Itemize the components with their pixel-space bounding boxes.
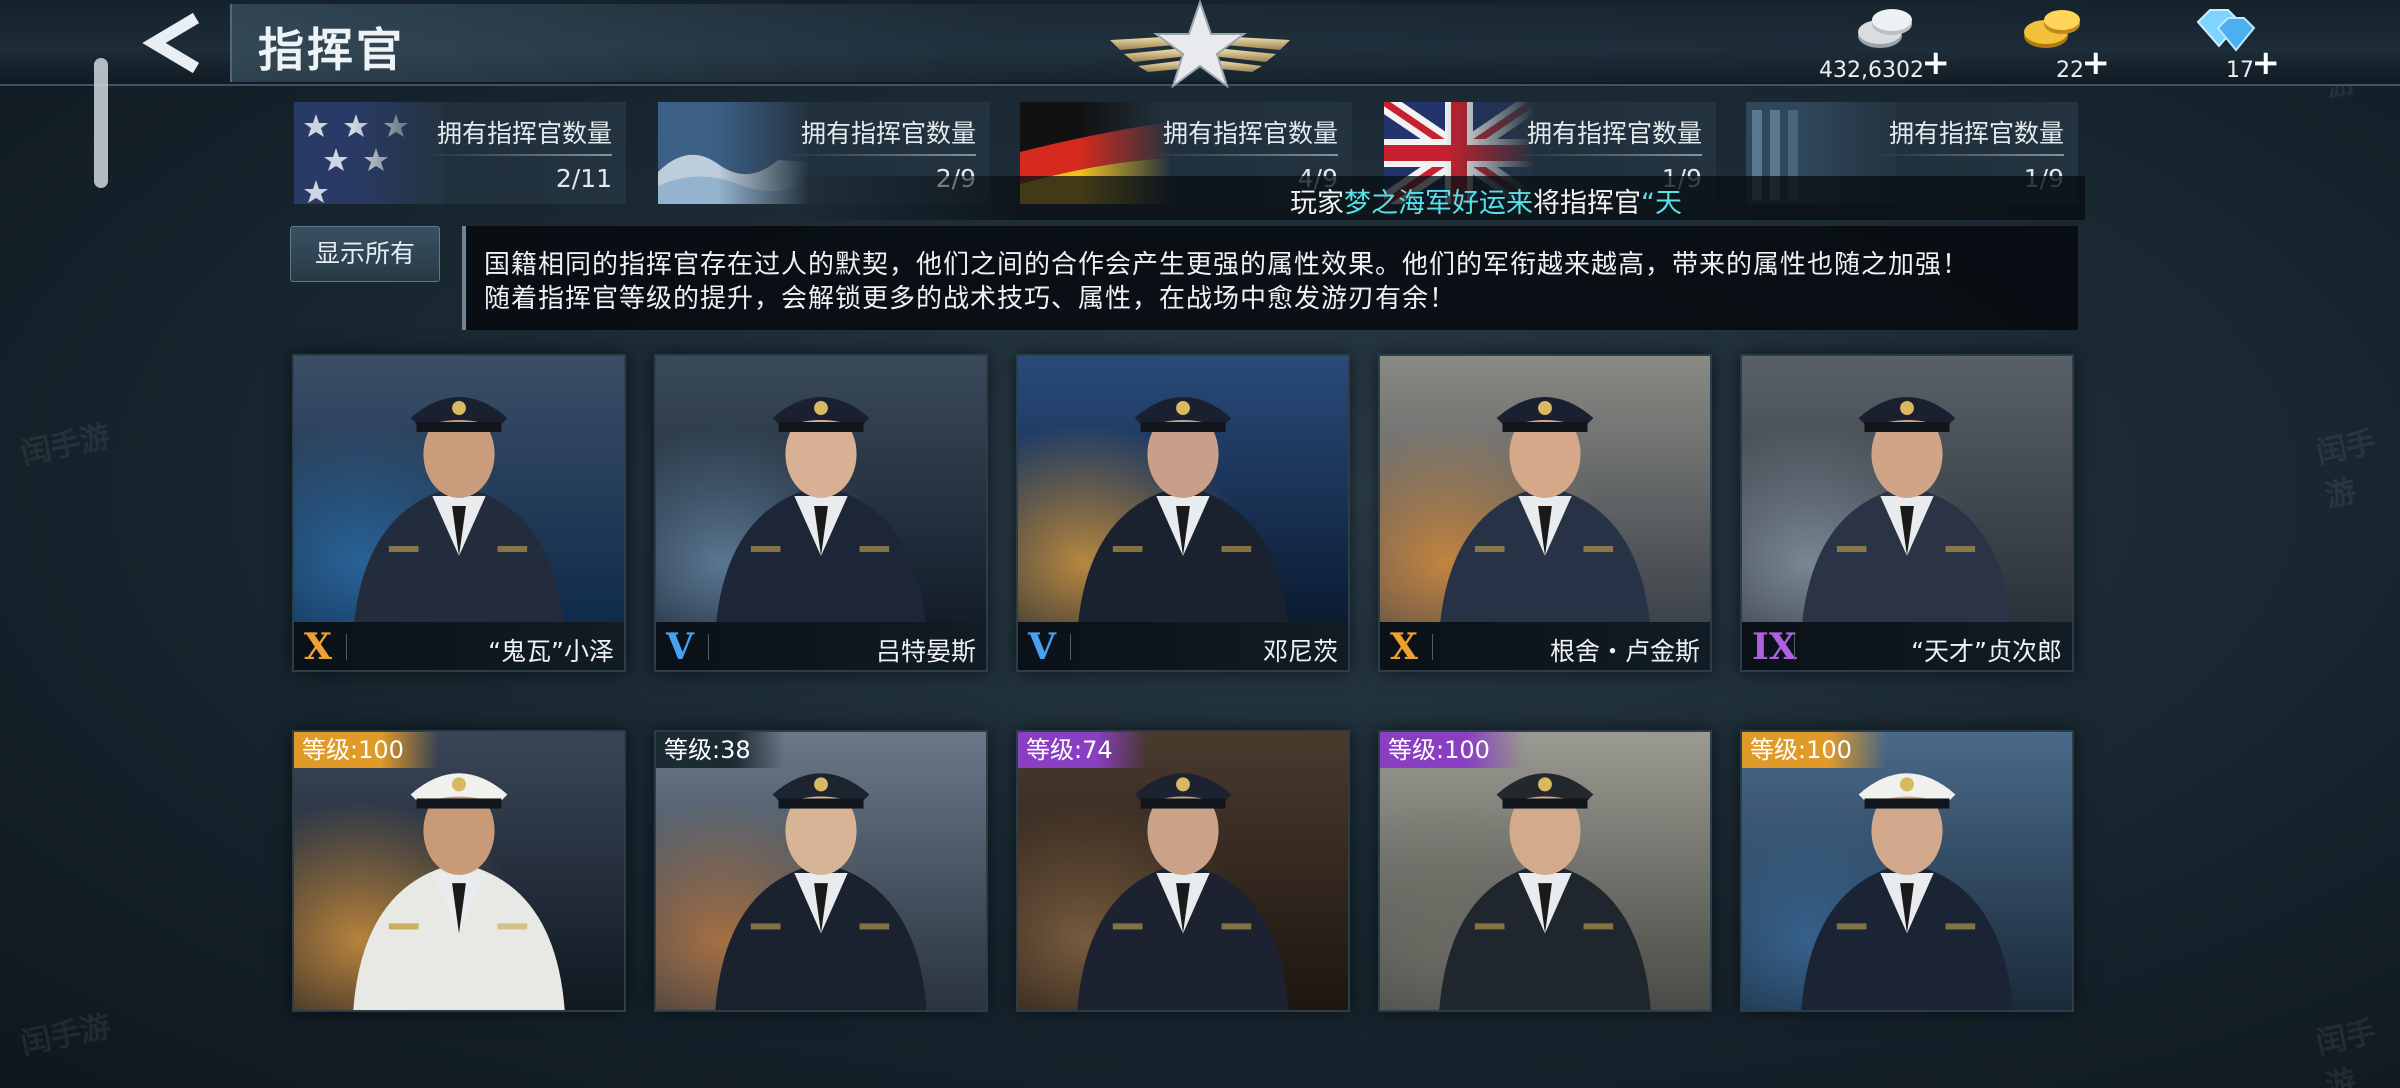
commander-name: “鬼瓦”小泽 (488, 637, 614, 666)
commander-name: 根舍・卢金斯 (1549, 637, 1700, 666)
owned-count-label: 拥有指挥官数量 (1888, 119, 2064, 148)
commander-card[interactable]: 等级:100 (1378, 730, 1712, 1012)
gold-currency: 22 + (1990, 6, 2111, 83)
add-diamond-button[interactable]: + (2252, 46, 2281, 80)
commander-card[interactable]: X 根舍・卢金斯 (1378, 354, 1712, 672)
commander-name-bar: V 邓尼茨 (1018, 622, 1348, 670)
commander-portrait (1018, 356, 1348, 632)
commander-card[interactable]: 等级:100 (292, 730, 626, 1012)
broadcast-ticker: 玩家梦之海军好运来将指挥官“天 (790, 176, 2085, 220)
commander-name-bar: X “鬼瓦”小泽 (294, 622, 624, 670)
divider (346, 634, 347, 660)
divider (422, 154, 612, 156)
scrollbar-thumb[interactable] (94, 58, 108, 188)
divider (1874, 154, 2064, 156)
rank-numeral: V (666, 626, 694, 668)
broadcast-middle: 将指挥官 (1533, 188, 1641, 219)
gold-coin-icon (2024, 10, 2080, 48)
owned-count-label: 拥有指挥官数量 (436, 119, 612, 148)
divider (1512, 154, 1702, 156)
top-bar: 指挥官 432,6302 + 22 + 17 + (0, 0, 2400, 89)
commander-name-bar: V 吕特晏斯 (656, 622, 986, 670)
commander-card[interactable]: 等级:74 (1016, 730, 1350, 1012)
owned-count: 2/11 (555, 164, 612, 193)
description-box: 国籍相同的指挥官存在过人的默契，他们之间的合作会产生更强的属性效果。他们的军衔越… (462, 226, 2078, 330)
commander-portrait (656, 356, 986, 632)
commander-card[interactable]: IX “天才”贞次郎 (1740, 354, 2074, 672)
broadcast-player: 梦之海军好运来 (1344, 188, 1533, 219)
level-badge: 等级:100 (294, 732, 438, 768)
add-silver-button[interactable]: + (1922, 46, 1951, 80)
commander-name: 吕特晏斯 (875, 637, 976, 666)
commander-portrait (656, 732, 986, 1010)
rank-numeral: X (1390, 626, 1418, 668)
silver-currency: 432,6302 + (1790, 6, 1951, 83)
description-line-2: 随着指挥官等级的提升，会解锁更多的战术技巧、属性，在战场中愈发游刃有余！ (484, 284, 1457, 314)
divider (786, 154, 976, 156)
commander-name-bar: X 根舍・卢金斯 (1380, 622, 1710, 670)
commander-portrait (1380, 732, 1710, 1010)
rank-numeral: X (304, 626, 332, 668)
gold-amount: 22 (2056, 58, 2084, 83)
commander-portrait (1742, 732, 2072, 1010)
divider (708, 634, 709, 660)
owned-count-label: 拥有指挥官数量 (1162, 119, 1338, 148)
divider (1070, 634, 1071, 660)
divider (1148, 154, 1338, 156)
diamond-currency: 17 + (2160, 6, 2281, 83)
usa-flag-icon (294, 102, 444, 204)
commander-card[interactable]: V 吕特晏斯 (654, 354, 988, 672)
owned-count-label: 拥有指挥官数量 (800, 119, 976, 148)
silver-coin-icon (1858, 9, 1912, 48)
description-line-1: 国籍相同的指挥官存在过人的默契，他们之间的合作会产生更强的属性效果。他们的军衔越… (484, 250, 1970, 280)
watermark: 闰手游 (2313, 424, 2380, 515)
nation-tab-usa[interactable]: 拥有指挥官数量 2/11 (294, 102, 626, 204)
show-all-button[interactable]: 显示所有 (290, 226, 440, 282)
japan-flag-icon (658, 102, 808, 204)
commander-portrait (1018, 732, 1348, 1010)
watermark: 闰手游 (18, 1008, 114, 1062)
divider (1432, 634, 1433, 660)
rank-numeral: V (1028, 626, 1056, 668)
commander-card[interactable]: X “鬼瓦”小泽 (292, 354, 626, 672)
star-wings-emblem (1110, 0, 1290, 89)
commander-card[interactable]: V 邓尼茨 (1016, 354, 1350, 672)
chevron-left-icon (142, 12, 200, 74)
commander-portrait (1742, 356, 2072, 632)
add-gold-button[interactable]: + (2082, 46, 2111, 80)
level-badge: 等级:100 (1742, 732, 1886, 768)
level-badge: 等级:74 (1018, 732, 1147, 768)
commander-name: 邓尼茨 (1262, 637, 1338, 666)
broadcast-commander: “天 (1641, 188, 1682, 219)
diamond-icon (2196, 9, 2256, 52)
commander-screen: 闰手游 闰手游 闰手游 闰手游 闰手游 闰手游 指挥官 (0, 0, 2400, 1088)
level-badge: 等级:100 (1380, 732, 1524, 768)
owned-count-label: 拥有指挥官数量 (1526, 119, 1702, 148)
back-button[interactable] (136, 12, 210, 74)
rank-numeral: IX (1752, 626, 1797, 668)
broadcast-prefix: 玩家 (1290, 188, 1344, 219)
commander-card[interactable]: 等级:38 (654, 730, 988, 1012)
commander-portrait (294, 356, 624, 632)
commander-name-bar: IX “天才”贞次郎 (1742, 622, 2072, 670)
page-title: 指挥官 (258, 23, 405, 77)
diamond-amount: 17 (2226, 58, 2254, 83)
silver-amount: 432,6302 (1819, 58, 1924, 83)
divider (1794, 634, 1795, 660)
commander-portrait (294, 732, 624, 1010)
commander-portrait (1380, 356, 1710, 632)
watermark: 闰手游 (2313, 1014, 2380, 1088)
level-badge: 等级:38 (656, 732, 785, 768)
commander-card[interactable]: 等级:100 (1740, 730, 2074, 1012)
commander-name: “天才”贞次郎 (1911, 637, 2062, 666)
watermark: 闰手游 (18, 418, 114, 472)
